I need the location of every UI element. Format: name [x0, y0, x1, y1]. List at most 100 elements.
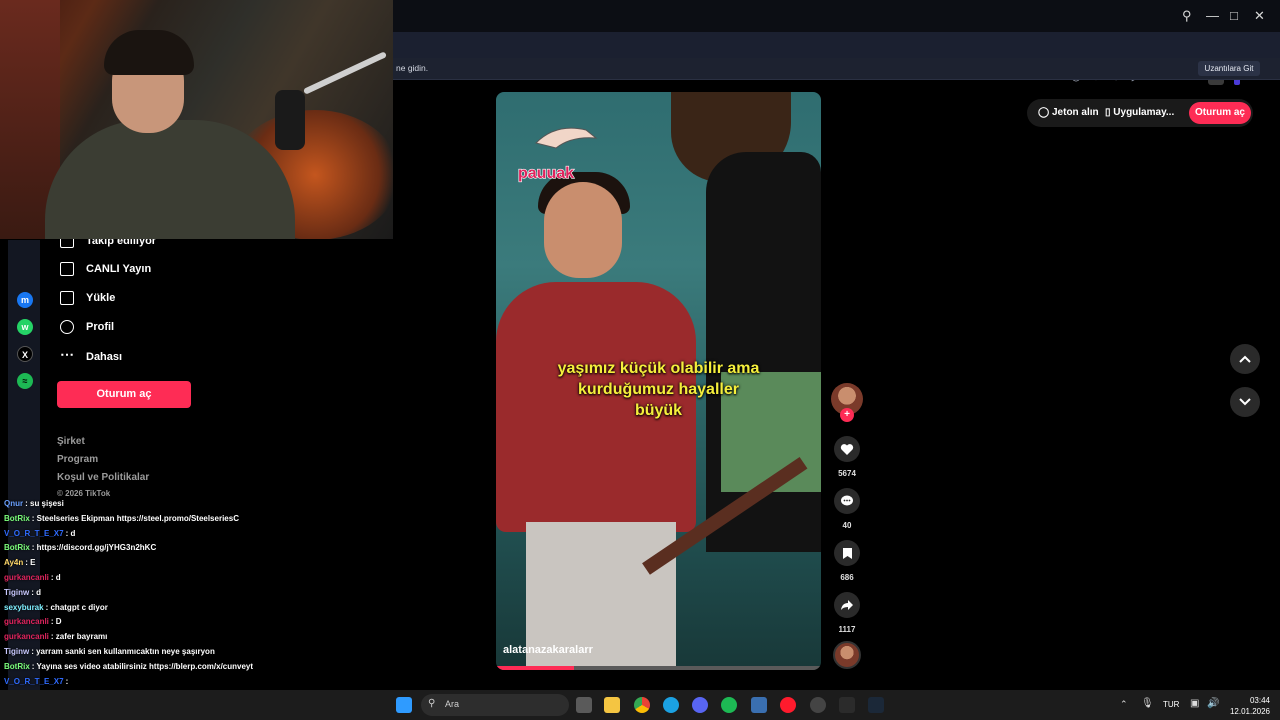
caption-line: kurduğumuz hayaller — [578, 381, 739, 398]
chat-username[interactable]: gurkancanli — [4, 632, 49, 641]
chat-text: : d — [31, 587, 41, 597]
like-count: 5674 — [838, 469, 856, 478]
maximize-button[interactable]: □ — [1230, 8, 1238, 23]
chat-username[interactable]: V_O_R_T_E_X7 — [4, 529, 64, 538]
chat-message: BotRix: Steelseries Ekipman https://stee… — [4, 514, 239, 523]
chat-message: Tiginw: d — [4, 588, 41, 597]
music-disc-avatar[interactable] — [833, 641, 861, 669]
coins-link[interactable]: ◯ Jeton alın — [1038, 107, 1099, 118]
sidebar-item-label: Profil — [86, 321, 115, 333]
video-player[interactable]: pauuak yaşımız küçük olabilir ama kurduğ… — [496, 92, 821, 670]
chat-username[interactable]: Ay4n — [4, 558, 23, 567]
whatsapp-icon[interactable]: w — [17, 319, 33, 335]
chat-text: : Yayına ses video atabilirsiniz https:/… — [31, 661, 254, 671]
search-icon[interactable]: ⚲ — [1182, 8, 1192, 24]
footer-link-company[interactable]: Şirket — [57, 436, 85, 447]
chat-username[interactable]: Tiginw — [4, 588, 29, 597]
chrome-icon[interactable] — [634, 697, 650, 713]
spotify-taskbar-icon[interactable] — [721, 697, 737, 713]
header-login-button[interactable]: Oturum aç — [1189, 102, 1251, 124]
discord-icon[interactable] — [692, 697, 708, 713]
caption-line: yaşımız küçük olabilir ama — [557, 360, 760, 377]
terminal-icon[interactable] — [839, 697, 855, 713]
task-view-icon[interactable] — [576, 697, 592, 713]
app-icon[interactable] — [810, 697, 826, 713]
windows-start-icon[interactable] — [396, 697, 412, 713]
share-icon — [841, 600, 853, 610]
chat-message: gurkancanli: D — [4, 617, 62, 626]
chat-message: Tiginw: yarram sanki sen kullanmıcaktın … — [4, 647, 215, 656]
profile-icon — [60, 320, 74, 334]
edge-icon[interactable] — [663, 697, 679, 713]
chat-message: BotRix: https://discord.gg/jYHG3n2hKC — [4, 543, 156, 552]
chat-text: : https://discord.gg/jYHG3n2hKC — [31, 543, 157, 553]
chat-message: V_O_R_T_E_X7: d — [4, 529, 75, 538]
taskbar-search-label: Ara — [445, 699, 460, 709]
login-button[interactable]: Oturum aç — [57, 381, 191, 408]
network-icon[interactable]: ▣ — [1190, 698, 1199, 709]
follow-plus-icon[interactable]: + — [840, 408, 854, 422]
chat-message: gurkancanli: d — [4, 573, 61, 582]
footer-link-program[interactable]: Program — [57, 454, 98, 465]
get-app-link[interactable]: ▯ Uygulamay... — [1105, 107, 1174, 118]
chat-username[interactable]: gurkancanli — [4, 573, 49, 582]
video-progress-bar[interactable] — [496, 666, 821, 670]
share-button[interactable] — [834, 592, 860, 618]
chevron-down-icon — [1239, 398, 1251, 406]
webcam-overlay — [0, 0, 393, 239]
chat-username[interactable]: gurkancanli — [4, 617, 49, 626]
extensions-button[interactable]: Uzantılara Git — [1198, 61, 1260, 76]
video-sticker: pauuak — [517, 127, 598, 183]
sidebar-item-live[interactable]: CANLI Yayın — [60, 258, 151, 280]
comment-icon — [841, 495, 853, 506]
chat-username[interactable]: BotRix — [4, 514, 30, 523]
like-button[interactable] — [834, 436, 860, 462]
steam-icon[interactable] — [868, 697, 884, 713]
sidebar-item-more[interactable]: ⋯ Dahası — [60, 346, 122, 368]
taskbar-search[interactable] — [421, 694, 569, 716]
volume-icon[interactable]: 🔊 — [1207, 698, 1219, 709]
chat-username[interactable]: V_O_R_T_E_X7 — [4, 677, 64, 686]
chat-username[interactable]: BotRix — [4, 543, 30, 552]
coins-label: Jeton alın — [1051, 107, 1099, 118]
svg-text:pauuak: pauuak — [518, 165, 574, 182]
next-video-button[interactable] — [1230, 387, 1260, 417]
previous-video-button[interactable] — [1230, 344, 1260, 374]
chevron-up-icon[interactable]: ⌃ — [1120, 699, 1128, 710]
opera-icon[interactable] — [780, 697, 796, 713]
comment-count: 40 — [842, 521, 852, 530]
chat-username[interactable]: Qnur — [4, 499, 23, 508]
save-button[interactable] — [834, 540, 860, 566]
microphone-icon[interactable]: 🎙 — [1141, 698, 1154, 709]
video-progress-fill — [496, 666, 574, 670]
app-icon[interactable] — [751, 697, 767, 713]
chat-username[interactable]: Tiginw — [4, 647, 29, 656]
chat-username[interactable]: sexyburak — [4, 603, 44, 612]
sidebar-item-label: Dahası — [86, 351, 123, 363]
messenger-icon[interactable]: m — [17, 292, 33, 308]
copyright: © 2026 TikTok — [57, 489, 111, 498]
video-author[interactable]: alatanazakaralarr — [503, 644, 593, 656]
sidebar-item-profile[interactable]: Profil — [60, 316, 114, 338]
chat-text: : zafer bayramı — [50, 632, 108, 642]
minimize-button[interactable]: — — [1206, 8, 1219, 23]
spotify-icon[interactable]: ≈ — [17, 373, 33, 389]
x-icon[interactable]: X — [17, 346, 33, 362]
chat-text: : d — [50, 573, 61, 582]
more-icon: ⋯ — [60, 346, 74, 362]
sidebar-item-label: CANLI Yayın — [86, 263, 152, 275]
taskbar-clock[interactable]: 03:44 12.01.2026 — [1226, 695, 1270, 717]
footer-link-terms[interactable]: Koşul ve Politikalar — [57, 472, 149, 483]
chat-username[interactable]: BotRix — [4, 662, 30, 671]
get-app-label: Uygulamay... — [1113, 107, 1175, 118]
chat-message: Qnur: su şişesi — [4, 499, 64, 508]
file-explorer-icon[interactable] — [604, 697, 620, 713]
comment-button[interactable] — [834, 488, 860, 514]
save-count: 686 — [840, 573, 854, 582]
sidebar-item-upload[interactable]: Yükle — [60, 287, 115, 309]
language-indicator[interactable]: TUR — [1163, 700, 1179, 709]
live-icon — [60, 262, 74, 276]
close-button[interactable]: ✕ — [1254, 8, 1265, 24]
chat-text: : chatgpt c diyor — [45, 602, 108, 612]
clock-time: 03:44 — [1249, 696, 1270, 705]
